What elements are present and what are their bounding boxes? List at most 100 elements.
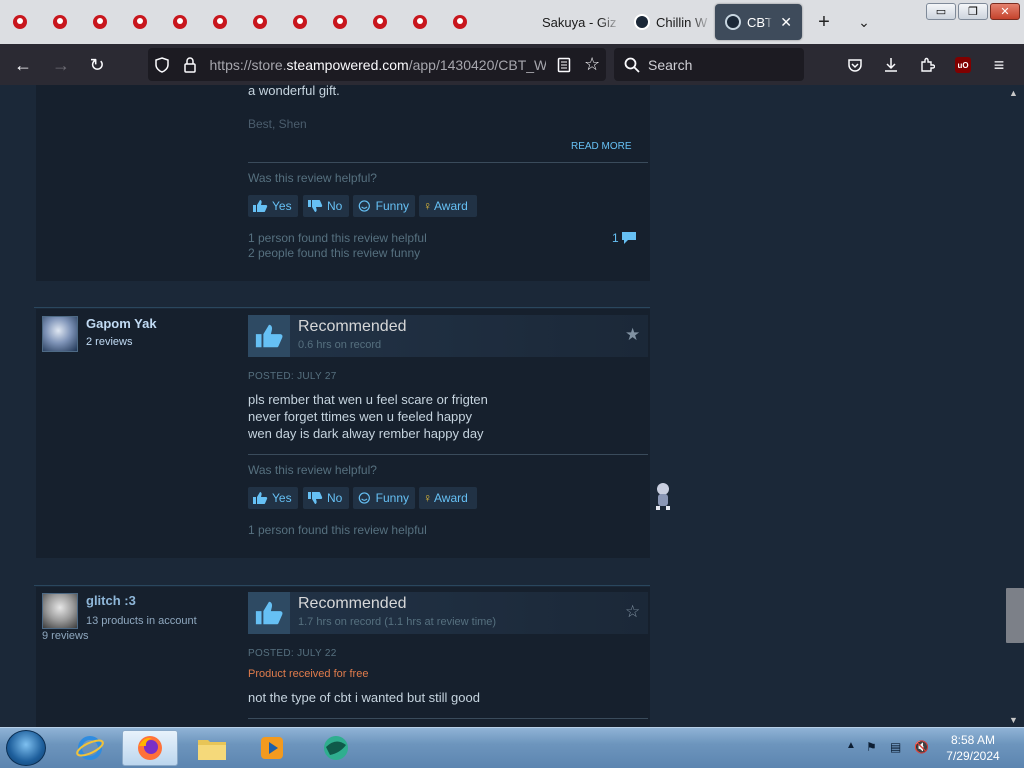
- steam-review-page: a wonderful gift. Best, Shen READ MORE W…: [0, 85, 1006, 727]
- review-author-name[interactable]: glitch :3: [86, 593, 136, 608]
- comments-link[interactable]: 1: [612, 231, 637, 245]
- firefox-icon[interactable]: [122, 730, 178, 766]
- pinned-tab[interactable]: [6, 8, 34, 36]
- review-body-line: pls rember that wen u feel scare or frig…: [248, 392, 488, 407]
- shield-icon[interactable]: [148, 51, 176, 79]
- recommendation-header[interactable]: Recommended 1.7 hrs on record (1.1 hrs a…: [248, 592, 648, 634]
- file-explorer-icon[interactable]: [184, 730, 240, 766]
- scroll-up-arrow-icon[interactable]: ▲: [1009, 88, 1018, 98]
- found-helpful-text: 1 person found this review helpful: [248, 231, 427, 245]
- site-favicon-icon: [213, 15, 227, 29]
- author-reviews-count[interactable]: 9 reviews: [42, 630, 88, 642]
- url-prefix: https://store.: [209, 56, 287, 73]
- site-favicon-icon: [173, 15, 187, 29]
- review-author-name[interactable]: Gapom Yak: [86, 316, 157, 331]
- review-separator: [34, 307, 650, 308]
- pinned-tab[interactable]: [206, 8, 234, 36]
- window-close-button[interactable]: ✕: [990, 3, 1020, 20]
- internet-explorer-icon[interactable]: [62, 730, 118, 766]
- bookmark-star-icon[interactable]: ☆: [578, 51, 606, 79]
- site-favicon-icon: [453, 15, 467, 29]
- hours-on-record: 1.7 hrs on record (1.1 hrs at review tim…: [298, 616, 497, 628]
- free-product-notice: Product received for free: [248, 668, 369, 680]
- pinned-tab[interactable]: [166, 8, 194, 36]
- read-more-link[interactable]: READ MORE: [571, 141, 632, 152]
- action-center-flag-icon[interactable]: ⚑: [866, 740, 877, 754]
- url-path: /app/1430420/CBT_W: [408, 56, 547, 73]
- pinned-tab[interactable]: [246, 8, 274, 36]
- avatar[interactable]: [42, 593, 78, 629]
- avatar[interactable]: [42, 316, 78, 352]
- app-globe-icon[interactable]: [308, 730, 364, 766]
- site-favicon-icon: [93, 15, 107, 29]
- pinned-tab[interactable]: [406, 8, 434, 36]
- vote-funny-label: Funny: [375, 491, 409, 505]
- pinned-tab[interactable]: [326, 8, 354, 36]
- system-clock[interactable]: 8:58 AM 7/29/2024: [936, 732, 1010, 764]
- minimize-button[interactable]: ▭: [926, 3, 956, 20]
- tab-sakuya[interactable]: Sakuya - Giz: [532, 4, 622, 40]
- back-button[interactable]: ←: [8, 50, 38, 80]
- clock-time: 8:58 AM: [950, 733, 996, 747]
- award-ribbon-icon: ♀: [423, 491, 432, 505]
- show-hidden-icons-chevron-icon[interactable]: ▲: [846, 740, 856, 751]
- clock-date: 7/29/2024: [946, 749, 1000, 763]
- comment-bubble-icon: [621, 232, 636, 244]
- scroll-down-arrow-icon[interactable]: ▼: [1009, 715, 1018, 725]
- scrollbar-thumb[interactable]: [1006, 588, 1024, 643]
- start-button[interactable]: [6, 730, 46, 766]
- divider: [248, 162, 648, 163]
- recommendation-header[interactable]: Recommended 0.6 hrs on record ★: [248, 315, 648, 357]
- url-domain: steampowered.com: [286, 56, 409, 73]
- pinned-tab[interactable]: [286, 8, 314, 36]
- reader-view-icon[interactable]: [550, 51, 578, 79]
- award-ribbon-icon: ♀: [423, 199, 432, 213]
- vote-funny-button[interactable]: Funny: [353, 195, 415, 217]
- volume-muted-icon[interactable]: 🔇: [914, 740, 929, 754]
- vote-no-button[interactable]: No: [303, 487, 349, 509]
- thumbs-up-icon: [255, 601, 283, 625]
- award-label: Award: [434, 491, 468, 505]
- author-reviews-count[interactable]: 2 reviews: [86, 336, 132, 348]
- divider: [248, 454, 648, 455]
- address-bar[interactable]: https://store.steampowered.com/app/14304…: [148, 48, 606, 81]
- author-products-count[interactable]: 13 products in account: [86, 615, 197, 627]
- forward-button[interactable]: →: [46, 50, 76, 80]
- url-text[interactable]: https://store.steampowered.com/app/14304…: [210, 57, 547, 73]
- vote-yes-button[interactable]: Yes: [248, 487, 298, 509]
- pinned-tab[interactable]: [446, 8, 474, 36]
- close-tab-icon[interactable]: ✕: [780, 14, 792, 31]
- pocket-icon[interactable]: [840, 50, 870, 80]
- tab-cbt-active[interactable]: CBT V ✕: [715, 4, 802, 40]
- hamburger-menu-icon[interactable]: ≡: [984, 50, 1014, 80]
- extensions-icon[interactable]: [912, 50, 942, 80]
- review-body-text: not the type of cbt i wanted but still g…: [248, 690, 480, 705]
- vote-no-button[interactable]: No: [303, 195, 349, 217]
- vote-yes-button[interactable]: Yes: [248, 195, 298, 217]
- award-button[interactable]: ♀ Award: [419, 487, 477, 509]
- reload-button[interactable]: ↻: [82, 50, 112, 80]
- award-button[interactable]: ♀ Award: [419, 195, 477, 217]
- star-outline-icon[interactable]: ☆: [625, 602, 640, 622]
- thumbs-down-icon: [308, 200, 323, 212]
- pinned-tab[interactable]: [86, 8, 114, 36]
- site-favicon-icon: [333, 15, 347, 29]
- downloads-icon[interactable]: [876, 50, 906, 80]
- star-icon[interactable]: ★: [625, 325, 640, 345]
- ublock-origin-icon[interactable]: uO: [948, 50, 978, 80]
- site-favicon-icon: [293, 15, 307, 29]
- new-tab-button[interactable]: +: [810, 8, 838, 36]
- pinned-tab[interactable]: [366, 8, 394, 36]
- lock-icon[interactable]: [176, 51, 204, 79]
- media-player-icon[interactable]: [244, 730, 300, 766]
- pinned-tab[interactable]: [126, 8, 154, 36]
- review-separator: [34, 585, 650, 586]
- search-bar[interactable]: Search: [614, 48, 804, 81]
- restore-button[interactable]: ❐: [958, 3, 988, 20]
- network-icon[interactable]: ▤: [890, 740, 901, 754]
- search-placeholder: Search: [648, 56, 693, 73]
- pinned-tab[interactable]: [46, 8, 74, 36]
- tab-chillin[interactable]: Chillin W: [624, 4, 712, 40]
- vote-funny-button[interactable]: Funny: [353, 487, 415, 509]
- list-all-tabs-button[interactable]: ⌄: [850, 8, 878, 36]
